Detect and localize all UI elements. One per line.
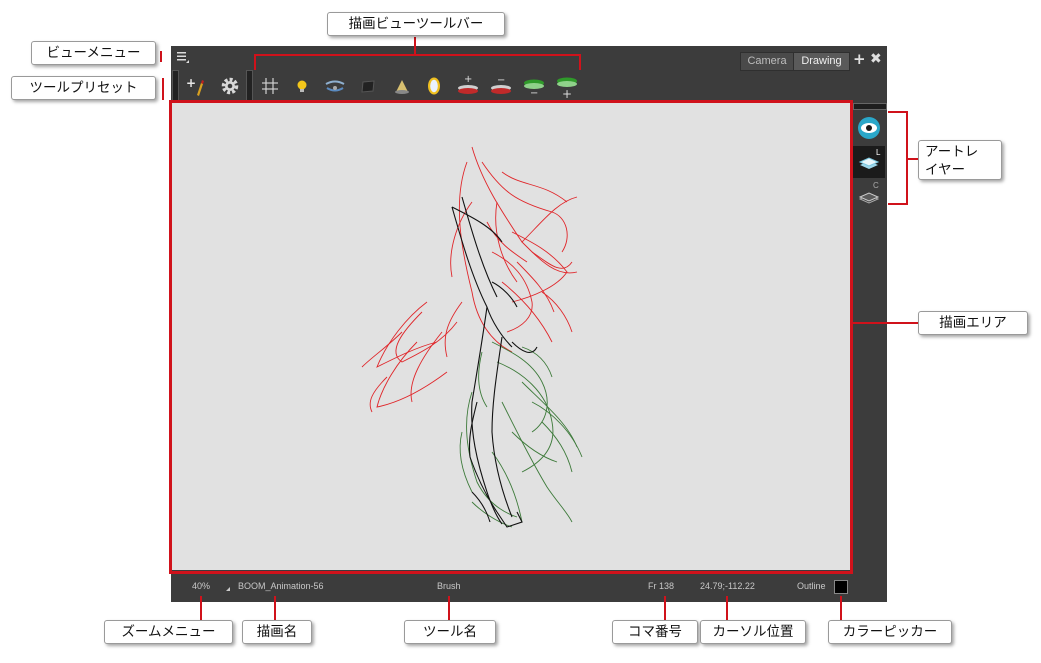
mirror-icon [428, 77, 440, 95]
view-menu-button[interactable] [176, 50, 190, 64]
drawing-area-callout-border [169, 100, 853, 574]
layer-strip-handle[interactable] [853, 103, 887, 110]
color-picker-swatch[interactable] [834, 580, 848, 594]
eye-icon [858, 117, 880, 139]
callout-line [414, 37, 416, 55]
callout-drawing-view-toolbar: 描画ビューツールバー [327, 12, 505, 36]
onion-skin-icon [325, 80, 345, 92]
tool-name: Brush [437, 581, 461, 591]
color-art-badge: C [873, 181, 879, 190]
light-table-icon [297, 80, 307, 92]
add-onion-button[interactable]: + [455, 72, 481, 98]
gear-icon [221, 77, 239, 95]
add-tab-button[interactable]: + [853, 50, 866, 68]
callout-drawing-name: 描画名 [242, 620, 312, 644]
add-color-onion-icon: + [557, 77, 577, 100]
svg-text:−: − [530, 88, 538, 97]
callout-line [888, 203, 908, 205]
view-mode: Outline [797, 581, 826, 591]
underlay-layer-icon [361, 80, 375, 93]
callout-frame-number: コマ番号 [612, 620, 698, 644]
svg-text:+: + [464, 74, 472, 85]
zoom-dropdown-icon[interactable] [226, 587, 230, 591]
add-tool-preset-button[interactable]: + [184, 74, 208, 98]
add-preset-icon: + [186, 76, 204, 96]
grid-button[interactable] [258, 74, 282, 98]
hamburger-menu-icon [177, 52, 189, 63]
callout-art-layer-line1: アートレ [925, 144, 979, 160]
toolbar-grip[interactable] [246, 70, 253, 101]
callout-line [664, 596, 666, 620]
callout-line [850, 322, 920, 324]
callout-line [274, 596, 276, 620]
close-tab-button[interactable]: ✖ [870, 50, 882, 68]
callout-tool-presets: ツールプリセット [11, 76, 156, 100]
callout-line [162, 78, 164, 100]
line-art-badge: L [876, 148, 881, 157]
callout-line [840, 596, 842, 620]
callout-color-picker: カラーピッカー [828, 620, 952, 644]
tab-drawing[interactable]: Drawing [793, 52, 850, 71]
add-color-onion-button[interactable]: + [554, 72, 580, 100]
line-art-layer-button[interactable]: L [853, 146, 885, 178]
callout-line [254, 54, 256, 70]
callout-zoom-menu: ズームメニュー [104, 620, 233, 644]
onion-skin-button[interactable] [322, 74, 348, 98]
color-art-layer-icon [858, 192, 880, 204]
preview-all-layers-button[interactable] [853, 112, 885, 144]
callout-cursor-position: カーソル位置 [700, 620, 806, 644]
light-table-button[interactable] [290, 74, 314, 98]
shade-button[interactable] [390, 74, 414, 98]
color-art-layer-button[interactable]: C [853, 181, 885, 213]
callout-art-layer: アートレ イヤー [918, 140, 1002, 180]
svg-text:−: − [497, 75, 505, 86]
callout-line [200, 596, 202, 620]
frame-number: Fr 138 [648, 581, 675, 591]
remove-onion-icon: − [491, 75, 511, 94]
svg-text:+: + [562, 87, 572, 100]
cursor-position: 24.79;-112.22 [700, 581, 755, 591]
callout-line [726, 596, 728, 620]
callout-line [448, 596, 450, 620]
mirror-button[interactable] [422, 74, 446, 98]
callout-drawing-area: 描画エリア [918, 311, 1028, 335]
callout-view-menu: ビューメニュー [31, 41, 156, 65]
callout-line [888, 111, 908, 113]
reduce-onion-icon: − [524, 79, 544, 97]
tab-camera[interactable]: Camera [740, 52, 794, 71]
callout-art-layer-line2: イヤー [925, 162, 966, 178]
callout-line [160, 51, 162, 62]
callout-line [254, 54, 581, 56]
callout-tool-name: ツール名 [404, 620, 496, 644]
drawing-name: BOOM_Animation-56 [238, 581, 324, 591]
zoom-menu[interactable]: 40% [192, 578, 210, 594]
svg-text:+: + [186, 76, 196, 90]
add-onion-icon: + [458, 74, 478, 94]
grid-icon [262, 78, 278, 94]
remove-onion-button[interactable]: − [488, 72, 514, 98]
toolbar-grip[interactable] [172, 70, 179, 101]
tool-preset-settings-button[interactable] [218, 74, 242, 98]
reduce-onion-button[interactable]: − [521, 72, 547, 98]
callout-line [579, 54, 581, 70]
shade-icon [395, 80, 409, 94]
underlay-button[interactable] [356, 74, 380, 98]
